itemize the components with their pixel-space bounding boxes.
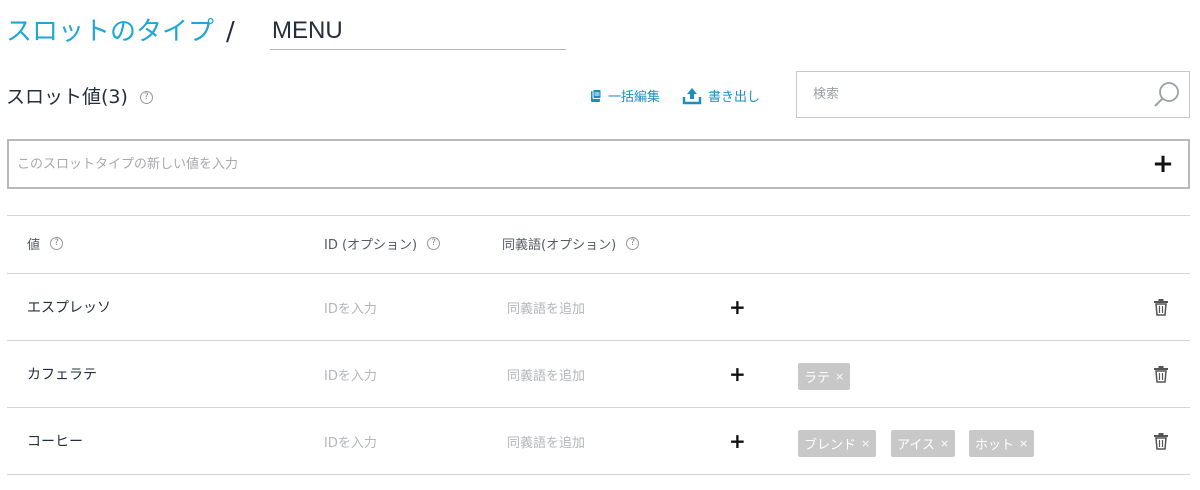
table-top-divider xyxy=(7,215,1190,216)
synonym-input[interactable]: 同義語を追加 xyxy=(507,432,585,451)
add-synonym-button[interactable]: + xyxy=(729,429,746,453)
id-input[interactable]: IDを入力 xyxy=(324,298,377,317)
column-header-label: 同義語(オプション) xyxy=(502,238,617,253)
remove-synonym-icon[interactable]: × xyxy=(835,370,844,383)
row-divider xyxy=(7,407,1190,408)
row-divider xyxy=(7,474,1190,475)
new-value-box: + xyxy=(7,139,1190,189)
breadcrumb-separator: / xyxy=(226,17,235,47)
synonym-tag-label: ラテ xyxy=(804,371,831,386)
trash-icon[interactable] xyxy=(1153,365,1169,383)
remove-synonym-icon[interactable]: × xyxy=(1019,437,1028,450)
synonym-input[interactable]: 同義語を追加 xyxy=(507,365,585,384)
help-icon[interactable]: ? xyxy=(50,237,64,250)
remove-synonym-icon[interactable]: × xyxy=(861,437,870,450)
export-button[interactable]: 書き出し xyxy=(682,86,760,105)
bulk-edit-icon xyxy=(591,88,602,102)
add-synonym-button[interactable]: + xyxy=(729,362,746,386)
bulk-edit-button[interactable]: 一括編集 xyxy=(590,86,660,105)
add-synonym-button[interactable]: + xyxy=(729,295,746,319)
export-label: 書き出し xyxy=(708,90,761,105)
upload-icon xyxy=(682,87,702,104)
bulk-edit-label: 一括編集 xyxy=(608,90,661,105)
row-value[interactable]: カフェラテ xyxy=(27,364,97,384)
help-icon[interactable]: ? xyxy=(139,91,153,104)
help-icon[interactable]: ? xyxy=(626,237,640,250)
column-header-value: 値 ? xyxy=(27,234,64,253)
breadcrumb-slot-types-link[interactable]: スロットのタイプ xyxy=(6,12,214,52)
row-divider xyxy=(7,340,1190,341)
trash-icon[interactable] xyxy=(1153,298,1169,316)
search-input[interactable] xyxy=(797,72,1137,117)
breadcrumb: スロットのタイプ / xyxy=(6,8,235,52)
slot-type-name-input[interactable] xyxy=(270,12,566,50)
synonym-tag: ブレンド × xyxy=(798,430,877,457)
synonym-tag: アイス × xyxy=(891,430,956,457)
slot-values-title: スロット値(3) xyxy=(6,86,128,108)
trash-icon[interactable] xyxy=(1153,432,1169,450)
synonym-tag-label: ブレンド xyxy=(804,438,857,453)
id-input[interactable]: IDを入力 xyxy=(324,365,377,384)
synonym-tag-label: ホット xyxy=(975,438,1015,453)
help-icon[interactable]: ? xyxy=(427,237,441,250)
column-header-id: ID (オプション) ? xyxy=(324,234,441,253)
remove-synonym-icon[interactable]: × xyxy=(940,437,949,450)
row-value[interactable]: コーヒー xyxy=(27,431,83,451)
add-value-button[interactable]: + xyxy=(1152,150,1174,178)
column-header-label: 値 xyxy=(27,238,41,253)
row-value[interactable]: エスプレッソ xyxy=(27,297,111,317)
column-header-synonyms: 同義語(オプション) ? xyxy=(502,234,640,253)
search-icon[interactable] xyxy=(1153,81,1181,109)
new-value-input[interactable] xyxy=(9,141,1129,187)
search-box xyxy=(796,71,1190,118)
synonym-tag: ラテ × xyxy=(798,363,851,390)
id-input[interactable]: IDを入力 xyxy=(324,432,377,451)
table-header-divider xyxy=(7,273,1190,274)
synonym-input[interactable]: 同義語を追加 xyxy=(507,298,585,317)
slot-values-heading: スロット値(3) ? xyxy=(6,82,153,109)
synonym-tag: ホット × xyxy=(969,430,1035,457)
column-header-label: ID (オプション) xyxy=(324,238,418,253)
synonym-tag-label: アイス xyxy=(897,438,935,453)
